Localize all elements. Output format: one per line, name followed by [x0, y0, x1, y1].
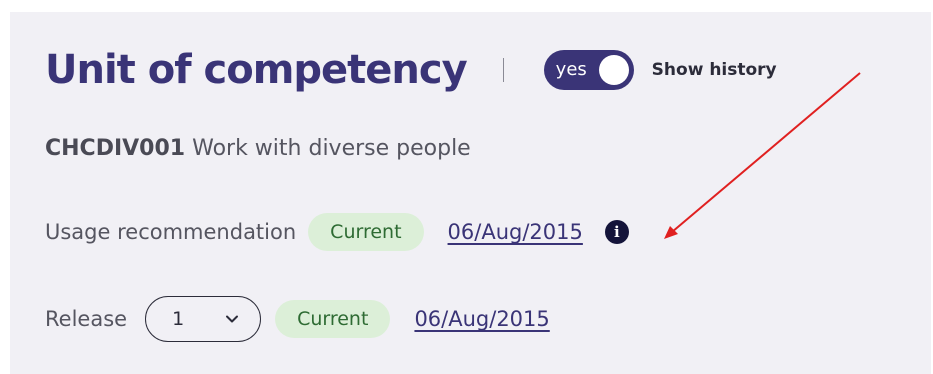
usage-date-link[interactable]: 06/Aug/2015 [448, 220, 583, 244]
title-row: Unit of competency yes Show history [45, 42, 777, 98]
info-icon[interactable]: i [604, 220, 629, 244]
usage-status-badge: Current [308, 213, 424, 251]
toggle-knob [598, 55, 629, 85]
show-history-toggle[interactable]: yes [543, 50, 634, 90]
usage-recommendation-label: Usage recommendation [45, 220, 297, 244]
release-date-link[interactable]: 06/Aug/2015 [414, 307, 549, 331]
unit-code: CHCDIV001 [45, 136, 186, 161]
toggle-label: yes [555, 59, 587, 80]
chevron-down-icon [226, 315, 239, 323]
unit-heading: CHCDIV001 Work with diverse people [45, 136, 471, 161]
unit-name: Work with diverse people [192, 136, 471, 161]
usage-recommendation-row: Usage recommendation Current 06/Aug/2015… [45, 212, 629, 252]
release-status-badge: Current [275, 300, 391, 338]
title-divider [502, 58, 504, 82]
page-title: Unit of competency [45, 47, 468, 93]
show-history-label: Show history [651, 60, 777, 80]
release-select[interactable]: 1 [145, 296, 262, 342]
release-row: Release 1 Current 06/Aug/2015 [45, 296, 550, 342]
release-select-value: 1 [172, 308, 185, 330]
release-label: Release [45, 307, 128, 331]
